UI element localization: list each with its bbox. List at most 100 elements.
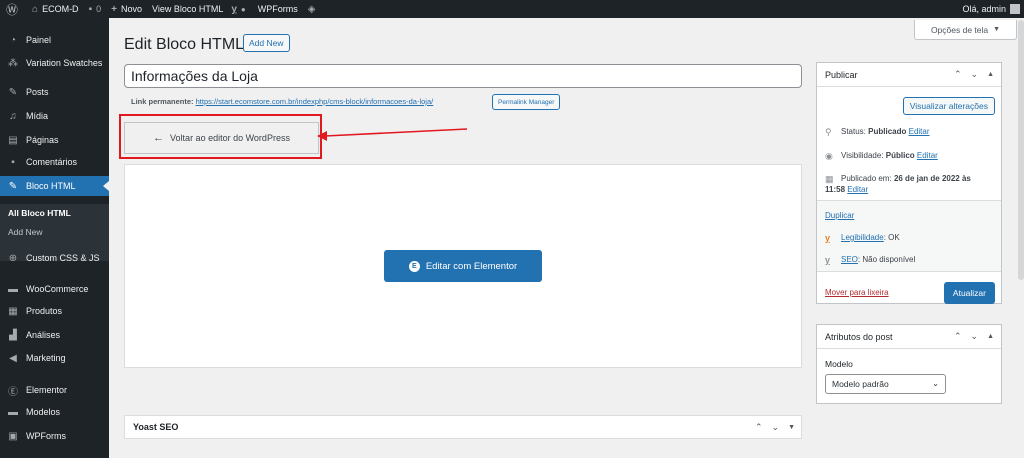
yoast-seo-icon: ỵ	[825, 255, 831, 265]
sidebar-item-modelos[interactable]: ▬ Modelos	[0, 402, 109, 422]
edit-status-link[interactable]: Editar	[909, 127, 930, 136]
elementor-icon: Ⓔ	[8, 386, 18, 398]
new-content-link[interactable]: + Novo	[106, 0, 147, 18]
sidebar-item-bloco-html[interactable]: ✎ Bloco HTML	[0, 176, 109, 196]
sidebar-item-custom-css-js[interactable]: ⊕ Custom CSS & JS	[0, 248, 109, 268]
readability-link[interactable]: Legibilidade	[841, 233, 884, 242]
avatar	[1010, 4, 1020, 14]
edit-visibility-link[interactable]: Editar	[917, 151, 938, 160]
chevron-down-icon: ⌄	[932, 379, 939, 388]
seo-row: ỵ SEO: Não disponível	[825, 255, 916, 265]
add-new-button[interactable]: Add New	[243, 34, 290, 52]
account-menu[interactable]: Olá, admin	[962, 0, 1020, 18]
publish-misc-section: Duplicar ỵ Legibilidade: OK ỵ SEO: Não d…	[817, 200, 1001, 272]
admin-bar: Ⓦ ⌂ ECOM-D ▪ 0 + Novo View Bloco HTML ỵ ● WP…	[0, 0, 1024, 18]
sidebar-item-paginas[interactable]: ▤ Páginas	[0, 130, 109, 150]
box-controls: ⌃ ⌄ ▲	[954, 63, 994, 86]
publish-box-header[interactable]: Publicar ⌃ ⌄ ▲	[817, 63, 1001, 87]
sidebar-item-marketing[interactable]: ◀ Marketing	[0, 348, 109, 368]
admin-sidebar: ◔ Painel ⁂ Variation Swatches ✎ Posts ♫ Mídi…	[0, 18, 109, 458]
form-icon: ▣	[8, 430, 18, 442]
submenu-item-add-new[interactable]: Add New	[8, 227, 43, 237]
comments-link[interactable]: ▪ 0	[84, 0, 107, 18]
toggle-caret-icon[interactable]: ▲	[987, 71, 994, 78]
main-content: Opções de tela ▼ Edit Bloco HTML Add New …	[109, 18, 1024, 458]
arrow-left-icon: ←	[153, 132, 165, 144]
status-dot-icon: ●	[240, 4, 246, 14]
post-attributes-box: Atributos do post ⌃ ⌄ ▲ Modelo Modelo pa…	[816, 324, 1002, 404]
sidebar-item-variation-swatches[interactable]: ⁂ Variation Swatches	[0, 53, 109, 73]
wpforms-link[interactable]: WPForms	[253, 0, 303, 18]
sidebar-item-elementor[interactable]: Ⓔ Elementor	[0, 380, 109, 400]
sidebar-item-midia[interactable]: ♫ Mídia	[0, 106, 109, 126]
pin-icon: ✎	[8, 86, 18, 98]
yoast-menu[interactable]: ỵ ●	[228, 0, 252, 18]
toggle-caret-icon[interactable]: ▼	[788, 424, 795, 431]
sidebar-item-woocommerce[interactable]: ▬ WooCommerce	[0, 279, 109, 299]
site-name-link[interactable]: ⌂ ECOM-D	[27, 0, 84, 18]
sidebar-item-painel[interactable]: ◔ Painel	[0, 30, 109, 50]
permalink-label: Link permanente:	[131, 97, 194, 106]
move-to-trash-link[interactable]: Mover para lixeira	[825, 288, 889, 297]
status-row: ⚲ Status: Publicado Editar	[825, 127, 930, 137]
page-icon: ▤	[8, 134, 18, 146]
box-icon: ▦	[8, 305, 18, 317]
chevron-up-icon[interactable]: ⌃	[755, 422, 763, 433]
highlight-arrow	[317, 128, 468, 141]
submenu-item-all[interactable]: All Bloco HTML	[8, 208, 71, 218]
chevron-up-icon[interactable]: ⌃	[954, 331, 962, 342]
published-time-row: 11:58 Editar	[825, 185, 869, 194]
folder-icon: ▬	[8, 406, 18, 418]
elementor-icon: E	[408, 260, 420, 272]
template-label: Modelo	[825, 359, 853, 369]
woo-icon: ▬	[8, 283, 18, 295]
chevron-down-icon[interactable]: ⌄	[971, 69, 979, 80]
permalink-link[interactable]: https://start.ecomstore.com.br/indexphp/…	[196, 97, 434, 106]
permalink: Link permanente: https://start.ecomstore…	[131, 97, 433, 106]
chevron-down-icon[interactable]: ⌄	[772, 422, 780, 433]
sidebar-item-analises[interactable]: ▟ Análises	[0, 325, 109, 345]
view-post-link[interactable]: View Bloco HTML	[147, 0, 228, 18]
media-icon: ♫	[9, 110, 17, 122]
seo-link[interactable]: SEO	[841, 255, 858, 264]
wordpress-logo-icon[interactable]: Ⓦ	[0, 0, 27, 18]
screen-options-button[interactable]: Opções de tela ▼	[914, 20, 1017, 40]
visibility-row: ◉ Visibilidade: Público Editar	[825, 151, 938, 161]
page-title: Edit Bloco HTML	[124, 36, 245, 53]
sidebar-item-wpforms[interactable]: ▣ WPForms	[0, 426, 109, 446]
update-button[interactable]: Atualizar	[943, 282, 995, 304]
yoast-seo-box[interactable]: Yoast SEO ⌃ ⌄ ▼	[124, 415, 802, 439]
diamond-icon[interactable]: ◈	[303, 0, 325, 18]
chart-bar-icon: ▟	[9, 329, 17, 341]
sidebar-item-comentarios[interactable]: ▪ Comentários	[0, 152, 109, 172]
plus-icon: +	[111, 3, 117, 15]
sidebar-item-posts[interactable]: ✎ Posts	[0, 82, 109, 102]
elementor-editor-area: E Editar com Elementor	[124, 164, 802, 368]
back-to-wordpress-editor-button[interactable]: ← Voltar ao editor do WordPress	[124, 122, 319, 154]
post-title-input[interactable]: Informações da Loja	[124, 64, 802, 88]
box-controls: ⌃ ⌄ ▲	[954, 325, 994, 348]
chevron-down-icon[interactable]: ⌄	[971, 331, 979, 342]
duplicate-link[interactable]: Duplicar	[825, 211, 854, 220]
dashboard-icon: ◔	[9, 34, 17, 46]
sidebar-item-produtos[interactable]: ▦ Produtos	[0, 301, 109, 321]
toggle-caret-icon[interactable]: ▲	[987, 333, 994, 340]
comment-icon: ▪	[88, 3, 93, 15]
yoast-readability-icon: ỵ	[825, 233, 831, 243]
megaphone-icon: ◀	[9, 352, 17, 364]
home-icon: ⌂	[32, 3, 39, 15]
publish-box: Publicar ⌃ ⌄ ▲ Visualizar alterações ⚲ S…	[816, 62, 1002, 304]
preview-changes-button[interactable]: Visualizar alterações	[902, 97, 995, 115]
chevron-up-icon[interactable]: ⌃	[954, 69, 962, 80]
pin-icon: ⚲	[825, 127, 832, 137]
permalink-manager-button[interactable]: Permalink Manager	[492, 94, 561, 110]
eye-icon: ◉	[825, 151, 833, 161]
post-attributes-header[interactable]: Atributos do post ⌃ ⌄ ▲	[817, 325, 1001, 349]
page-scrollbar[interactable]	[1018, 20, 1024, 280]
template-select[interactable]: Modelo padrão ⌄	[825, 374, 946, 394]
edit-with-elementor-button[interactable]: E Editar com Elementor	[384, 250, 542, 282]
edit-date-link[interactable]: Editar	[847, 185, 868, 194]
plus-circle-icon: ⊕	[8, 252, 18, 264]
yoast-icon: ỵ	[231, 3, 237, 15]
comment-icon: ▪	[11, 156, 15, 168]
